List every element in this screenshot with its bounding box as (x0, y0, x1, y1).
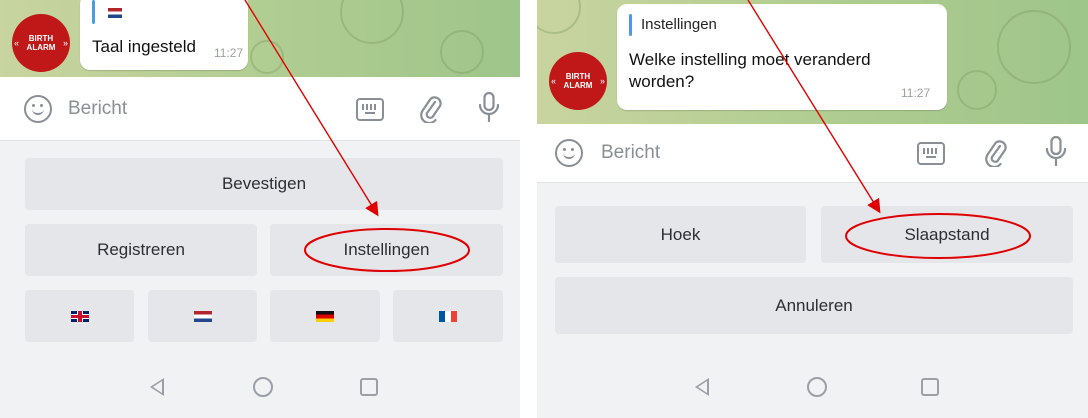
system-navigation-bar (0, 354, 520, 418)
right-screenshot: « BIRTH ALARM » Instellingen Welke inste… (537, 0, 1088, 418)
nav-back-icon[interactable] (695, 378, 709, 396)
bot-avatar[interactable]: « BIRTH ALARM » (549, 52, 607, 110)
bot-avatar[interactable]: « BIRTH ALARM » (12, 14, 70, 72)
settings-button[interactable]: Instellingen (270, 224, 503, 276)
cancel-button[interactable]: Annuleren (555, 277, 1073, 334)
message-input-bar: Bericht (0, 77, 520, 141)
message-input[interactable]: Bericht (68, 98, 127, 120)
flag-uk-icon (70, 310, 89, 322)
flag-nl-icon (108, 8, 122, 18)
register-button[interactable]: Registreren (25, 224, 257, 276)
nav-back-icon[interactable] (150, 378, 164, 396)
nav-recent-apps-icon[interactable] (360, 378, 378, 396)
flag-de-icon (316, 310, 334, 322)
keyboard-icon[interactable] (917, 142, 945, 165)
message-time: 11:27 (901, 86, 931, 100)
language-english-button[interactable] (25, 290, 134, 342)
system-navigation-bar (537, 354, 1088, 418)
microphone-icon[interactable] (476, 91, 502, 123)
chat-background: « BIRTH ALARM » Taal ingesteld 11:27 (0, 0, 520, 77)
message-time: 11:27 (214, 46, 244, 60)
emoji-icon[interactable] (555, 139, 583, 167)
sleep-mode-button[interactable]: Slaapstand (821, 206, 1073, 263)
attach-icon[interactable] (983, 137, 1009, 167)
emoji-icon[interactable] (24, 95, 52, 123)
message-text: Welke instelling moet veranderd worden? (629, 50, 871, 91)
message-input[interactable]: Bericht (601, 142, 660, 164)
message-bubble[interactable]: Instellingen Welke instelling moet veran… (617, 4, 947, 110)
language-german-button[interactable] (270, 290, 380, 342)
nav-home-icon[interactable] (807, 377, 827, 397)
reply-indicator (629, 14, 632, 36)
nav-home-icon[interactable] (253, 377, 273, 397)
bot-avatar-label: BIRTH ALARM (563, 72, 593, 90)
message-bubble[interactable]: Taal ingesteld 11:27 (80, 0, 248, 70)
angle-button[interactable]: Hoek (555, 206, 806, 263)
confirm-button[interactable]: Bevestigen (25, 158, 503, 210)
reply-title: Instellingen (641, 16, 717, 33)
microphone-icon[interactable] (1043, 135, 1069, 167)
keyboard-icon[interactable] (356, 98, 384, 121)
language-french-button[interactable] (393, 290, 503, 342)
language-dutch-button[interactable] (148, 290, 257, 342)
chat-background: « BIRTH ALARM » Instellingen Welke inste… (537, 0, 1088, 124)
flag-nl-icon (193, 310, 212, 322)
attach-icon[interactable] (418, 93, 444, 123)
message-text: Taal ingesteld (92, 37, 196, 56)
left-screenshot: « BIRTH ALARM » Taal ingesteld 11:27 Ber… (0, 0, 520, 418)
reply-indicator (92, 0, 95, 24)
flag-fr-icon (439, 310, 457, 322)
message-input-bar: Bericht (537, 124, 1088, 183)
nav-recent-apps-icon[interactable] (921, 378, 939, 396)
bot-avatar-label: BIRTH ALARM (26, 34, 56, 52)
